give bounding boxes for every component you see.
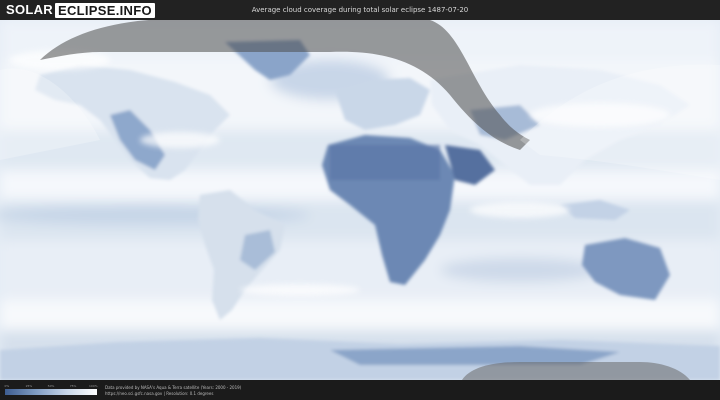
- legend-ticks: 0% 25% 50% 75% 100%: [4, 384, 98, 389]
- eclipse-shadow-south: [462, 362, 690, 380]
- cloud-coverage-world-map: [0, 20, 720, 380]
- page-title: Average cloud coverage during total sola…: [251, 6, 469, 14]
- legend-tick: 100%: [89, 384, 98, 388]
- header-bar: SOLAR ECLIPSE.INFO Average cloud coverag…: [0, 0, 720, 20]
- legend-color-bar: [5, 389, 97, 395]
- data-credit: Data provided by NASA's Aqua & Terra sat…: [105, 385, 241, 397]
- credit-line-2[interactable]: https://neo.sci.gsfc.nasa.gov | Resoluti…: [105, 391, 241, 397]
- legend-tick: 25%: [25, 384, 33, 388]
- legend-tick: 50%: [47, 384, 55, 388]
- legend-tick: 0%: [4, 384, 10, 388]
- legend-tick: 75%: [69, 384, 77, 388]
- cloud-coverage-legend: 0% 25% 50% 75% 100%: [4, 384, 98, 395]
